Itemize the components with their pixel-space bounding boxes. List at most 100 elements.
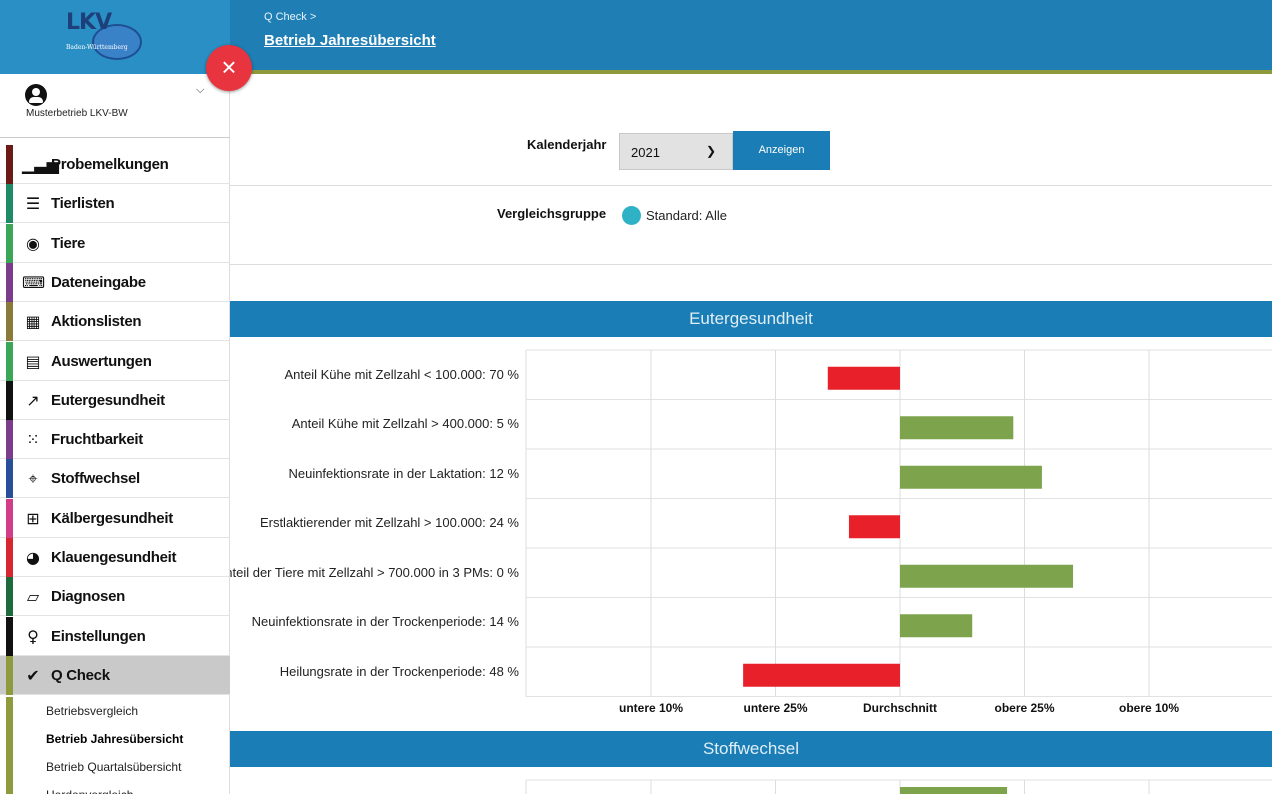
nav-color-stripe (6, 420, 13, 460)
nav-color-stripe (6, 655, 13, 695)
stoffwechsel-chart (230, 770, 1272, 794)
chart-row-label: Neuinfektionsrate in der Laktation: 12 % (288, 465, 519, 481)
keyboard-icon: ⌨ (22, 272, 46, 292)
sidebar-item-label: Diagnosen (51, 588, 125, 606)
sidebar: Musterbetrieb LKV-BW ⌵ ▁▃▅ Probemelkungen… (0, 74, 230, 794)
submenu-item-label: Betriebsvergleich (46, 704, 139, 719)
calendar-icon: ▦ (25, 312, 41, 332)
chart-row-label: Anteil Kühe mit Zellzahl < 100.000: 70 % (284, 366, 519, 382)
sidebar-item-q-check[interactable]: ✔ Q Check (0, 655, 230, 695)
divider (230, 264, 1272, 265)
dots-circle-icon: ⁙ (26, 430, 40, 450)
nav-color-stripe (6, 223, 13, 263)
chart-x-tick-label: obere 10% (1118, 701, 1180, 715)
chart-x-tick-label: untere 10% (618, 701, 684, 715)
sidebar-item-label: Probemelkungen (51, 156, 169, 173)
sidebar-item-stoffwechsel[interactable]: ⌖ Stoffwechsel (0, 459, 230, 499)
breadcrumb[interactable]: Q Check > (264, 11, 316, 23)
chart-x-tick-label: Durchschnitt (862, 701, 938, 715)
section-header-euter: Eutergesundheit (230, 301, 1272, 337)
bar-chart-icon: ▁▃▅ (22, 155, 59, 174)
nav-color-stripe (6, 725, 13, 754)
sidebar-item-tiere[interactable]: ◉ Tiere (0, 223, 230, 263)
chart-bar[interactable] (827, 366, 900, 390)
chart-bar[interactable] (900, 614, 973, 638)
chart-x-tick-label: obere 25% (994, 701, 1055, 715)
nav-color-stripe (6, 184, 13, 224)
folder-icon: ▱ (26, 587, 40, 607)
sidebar-item-einstellungen[interactable]: ♀ Einstellungen (0, 616, 230, 656)
sidebar-item-dateneingabe[interactable]: ⌨ Dateneingabe (0, 262, 230, 302)
nav-color-stripe (6, 302, 13, 342)
nav-color-stripe (6, 380, 13, 420)
year-select[interactable]: 2021 ❯ (619, 133, 733, 170)
pie-icon: ◕ (26, 548, 40, 567)
sidebar-item-label: Q Check (51, 666, 110, 684)
chart2-svg (525, 779, 1272, 794)
group-color-icon (622, 206, 641, 225)
plus-square-icon: ⊞ (26, 508, 40, 528)
nav-color-stripe (6, 459, 13, 499)
sidebar-item-fruchtbarkeit[interactable]: ⁙ Fruchtbarkeit (0, 420, 230, 460)
chart-bar[interactable] (743, 663, 900, 687)
sidebar-item-tierlisten[interactable]: ☰ Tierlisten (0, 184, 230, 224)
sidebar-item-label: Einstellungen (51, 627, 146, 645)
chevron-down-icon: ❯ (706, 144, 717, 158)
sidebar-item-auswertungen[interactable]: ▤ Auswertungen (0, 341, 230, 381)
sidebar-item-label: Stoffwechsel (51, 470, 140, 488)
chevron-down-icon[interactable]: ⌵ (196, 84, 204, 97)
user-menu[interactable]: Musterbetrieb LKV-BW ⌵ (0, 74, 230, 138)
comparison-group-value[interactable]: Standard: Alle (646, 208, 727, 223)
lkv-logo[interactable]: LKV Baden-Württemberg (66, 10, 142, 62)
submenu-item[interactable]: Betrieb Jahresübersicht (0, 725, 230, 754)
chart-row-label: Anteil der Tiere mit Zellzahl > 700.000 … (230, 564, 519, 580)
sidebar-item-klauengesundheit[interactable]: ◕ Klauengesundheit (0, 538, 230, 577)
chart-bar[interactable] (900, 416, 1014, 440)
chart-row-label: Heilungsrate in der Trockenperiode: 48 % (279, 663, 519, 679)
nav-color-stripe (6, 753, 13, 782)
nav-color-stripe (6, 341, 13, 381)
nav-color-stripe (6, 538, 13, 577)
chart-x-tick-label: untere 25% (743, 701, 808, 715)
chart-row-label: Erstlaktierender mit Zellzahl > 100.000:… (259, 515, 519, 531)
sidebar-item-label: Klauengesundheit (51, 549, 177, 566)
submenu-item-label: Betrieb Quartalsübersicht (46, 760, 182, 775)
sidebar-item-kälbergesundheit[interactable]: ⊞ Kälbergesundheit (0, 498, 230, 538)
submenu-item[interactable]: Herdenvergleich (0, 781, 230, 794)
nav-color-stripe (6, 145, 13, 184)
sidebar-item-label: Dateneingabe (51, 273, 146, 291)
show-button[interactable]: Anzeigen (733, 131, 830, 170)
submenu-item-label: Betrieb Jahresübersicht (46, 732, 184, 747)
chart-bar[interactable] (900, 465, 1042, 489)
nav-color-stripe (6, 781, 13, 794)
sidebar-item-diagnosen[interactable]: ▱ Diagnosen (0, 577, 230, 617)
chart-area: Anteil Kühe mit Zellzahl < 100.000: 70 %… (230, 340, 1272, 720)
sidebar-item-label: Kälbergesundheit (51, 509, 173, 527)
page-title[interactable]: Betrieb Jahresübersicht (264, 32, 436, 49)
divider (230, 185, 1272, 186)
year-value: 2021 (631, 145, 660, 160)
logo-area: LKV Baden-Württemberg (0, 0, 230, 74)
nav-color-stripe (6, 577, 13, 617)
crosshair-icon: ⌖ (28, 469, 38, 489)
sidebar-item-eutergesundheit[interactable]: ↗ Eutergesundheit (0, 380, 230, 420)
user-circle-icon (25, 84, 47, 106)
nav-color-stripe (6, 616, 13, 656)
sidebar-item-aktionslisten[interactable]: ▦ Aktionslisten (0, 302, 230, 342)
sidebar-item-label: Tiere (51, 234, 86, 252)
chart-bar[interactable] (900, 787, 1008, 794)
close-sidebar-button[interactable]: × (206, 45, 252, 91)
nav-color-stripe (6, 262, 13, 302)
chart-bar[interactable] (900, 564, 1074, 588)
target-icon: ◉ (26, 233, 40, 253)
submenu-item[interactable]: Betrieb Quartalsübersicht (0, 753, 230, 782)
chart-row-label: Neuinfektionsrate in der Trockenperiode:… (251, 614, 519, 630)
submenu-item[interactable]: Betriebsvergleich (0, 697, 230, 726)
sidebar-item-probemelkungen[interactable]: ▁▃▅ Probemelkungen (0, 145, 230, 184)
sidebar-item-label: Tierlisten (51, 195, 115, 213)
user-name: Musterbetrieb LKV-BW (26, 108, 128, 119)
sidebar-item-label: Eutergesundheit (51, 391, 165, 409)
submenu-item-label: Herdenvergleich (46, 788, 133, 794)
chart-bar[interactable] (848, 515, 900, 539)
section-header-stoffwechsel: Stoffwechsel (230, 731, 1272, 767)
